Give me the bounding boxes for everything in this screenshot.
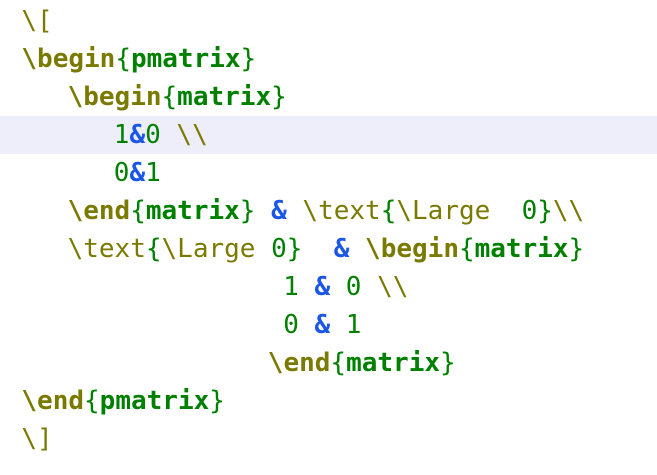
token-number: 0 <box>255 234 287 264</box>
code-line-2[interactable]: \begin{pmatrix} <box>0 40 657 78</box>
token-command: \[ <box>21 6 53 36</box>
token-number: 0 <box>283 310 315 340</box>
code-line-7[interactable]: \text{\Large 0} & \begin{matrix} <box>0 230 657 268</box>
token-env-name: pmatrix <box>130 44 241 74</box>
token-ampersand: & <box>333 234 350 264</box>
token-brace: { <box>330 348 347 378</box>
token-ampersand: & <box>314 272 331 302</box>
token-brace: } <box>271 82 287 112</box>
code-line-9[interactable]: 0 & 1 <box>0 306 657 344</box>
code-editor[interactable]: \[\begin{pmatrix} \begin{matrix} 1&0 \\ 0&1… <box>0 0 657 475</box>
code-line-8[interactable]: 1 & 0 \\ <box>0 268 657 306</box>
token-number: 1 <box>145 158 161 188</box>
token-ampersand: & <box>129 158 146 188</box>
token-number: 0 <box>490 196 538 226</box>
token-command: \text <box>302 196 381 226</box>
token-command: \text <box>67 234 146 264</box>
token-command: \] <box>21 424 53 454</box>
code-line-12[interactable]: \] <box>0 420 657 458</box>
token-ampersand: & <box>314 310 331 340</box>
token-command: \Large <box>161 234 256 264</box>
token-command: \begin <box>21 44 116 74</box>
code-line-5[interactable]: 0&1 <box>0 154 657 192</box>
token-command: \end <box>67 196 131 226</box>
code-line-11[interactable]: \end{pmatrix} <box>0 382 657 420</box>
token-brace: } <box>209 386 225 416</box>
token-command: \begin <box>67 82 162 112</box>
code-line-6[interactable]: \end{matrix} & \text{\Large 0}\\ <box>0 192 657 230</box>
token-env-name: matrix <box>346 348 440 378</box>
code-line-10[interactable]: \end{matrix} <box>0 344 657 382</box>
token-brace: } <box>239 196 256 226</box>
token-brace: { <box>130 196 146 226</box>
token-command: \\ <box>377 272 409 302</box>
token-command: \\ <box>176 120 208 150</box>
token-env-name: matrix <box>474 234 569 264</box>
token-brace: { <box>458 234 475 264</box>
code-line-3[interactable]: \begin{matrix} <box>0 78 657 116</box>
token-brace: { <box>84 386 100 416</box>
token-ampersand: & <box>129 120 146 150</box>
token-command: \Large <box>396 196 491 226</box>
token-brace: { <box>380 196 397 226</box>
token-brace: { <box>161 82 178 112</box>
token-number: 0 <box>330 272 378 302</box>
token-number: 1 <box>283 272 315 302</box>
token-ampersand: & <box>271 196 287 226</box>
token-number: 1 <box>113 120 130 150</box>
code-line-1[interactable]: \[ <box>0 2 657 40</box>
token-brace: { <box>115 44 131 74</box>
token-number: 1 <box>330 310 362 340</box>
token-command: \end <box>21 386 85 416</box>
token-number: 0 <box>145 120 177 150</box>
code-line-4[interactable]: 1&0 \\ <box>0 116 657 154</box>
token-brace: } <box>286 234 303 264</box>
token-brace: } <box>440 348 456 378</box>
token-env-name: pmatrix <box>99 386 210 416</box>
token-command: \end <box>267 348 331 378</box>
token-number: 0 <box>113 158 130 188</box>
token-env-name: matrix <box>177 82 272 112</box>
token-command: \begin <box>365 234 459 264</box>
token-brace: { <box>145 234 162 264</box>
token-env-name: matrix <box>145 196 240 226</box>
token-brace: } <box>240 44 257 74</box>
token-brace: } <box>537 196 553 226</box>
token-command: \\ <box>552 196 585 226</box>
token-brace: } <box>568 234 585 264</box>
